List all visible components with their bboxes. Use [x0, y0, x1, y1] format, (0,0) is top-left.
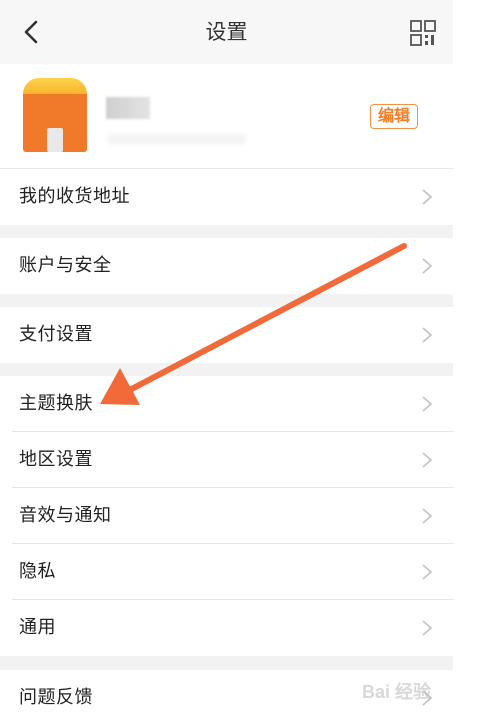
chevron-right-icon — [422, 258, 433, 274]
menu-item-label: 支付设置 — [19, 324, 93, 345]
menu-item-label: 音效与通知 — [19, 505, 112, 526]
menu-item-theme[interactable]: 主题换肤 — [0, 376, 453, 432]
qr-code-icon — [410, 20, 436, 46]
watermark: Bai 经验 — [362, 676, 462, 702]
menu-item-address[interactable]: 我的收货地址 — [0, 169, 453, 225]
menu-item-label: 地区设置 — [19, 449, 93, 470]
username-blurred — [106, 97, 150, 119]
page-title: 设置 — [205, 20, 248, 44]
menu-item-label: 问题反馈 — [19, 687, 93, 708]
chevron-right-icon — [422, 396, 433, 412]
menu-item-label: 账户与安全 — [19, 255, 112, 276]
menu-item-label: 通用 — [19, 617, 56, 638]
menu-item-label: 隐私 — [19, 561, 56, 582]
menu-item-general[interactable]: 通用 — [0, 600, 453, 656]
watermark-text: Bai 经验 — [362, 682, 432, 702]
chevron-right-icon — [422, 564, 433, 580]
chevron-right-icon — [422, 620, 433, 636]
menu-item-privacy[interactable]: 隐私 — [0, 544, 453, 600]
profile-card[interactable]: 编辑 — [0, 64, 453, 169]
chevron-right-icon — [422, 452, 433, 468]
menu-item-label: 我的收货地址 — [19, 186, 130, 207]
edit-profile-button[interactable]: 编辑 — [370, 104, 418, 129]
menu-item-region[interactable]: 地区设置 — [0, 432, 453, 488]
chevron-right-icon — [422, 508, 433, 524]
user-subtitle-blurred — [108, 134, 246, 144]
nav-bar: 设置 — [0, 0, 453, 64]
qr-code-button[interactable] — [409, 19, 437, 47]
menu-item-sound-notify[interactable]: 音效与通知 — [0, 488, 453, 544]
settings-screen: 设置 编辑 我的收货地址 账户与安全 支付设置 主题换肤 地区设置 音效与通知 … — [0, 0, 453, 725]
menu-item-payment[interactable]: 支付设置 — [0, 307, 453, 363]
menu-item-label: 主题换肤 — [19, 393, 93, 414]
menu-item-account-security[interactable]: 账户与安全 — [0, 238, 453, 294]
chevron-right-icon — [422, 189, 433, 205]
chevron-right-icon — [422, 327, 433, 343]
avatar[interactable] — [23, 78, 87, 152]
